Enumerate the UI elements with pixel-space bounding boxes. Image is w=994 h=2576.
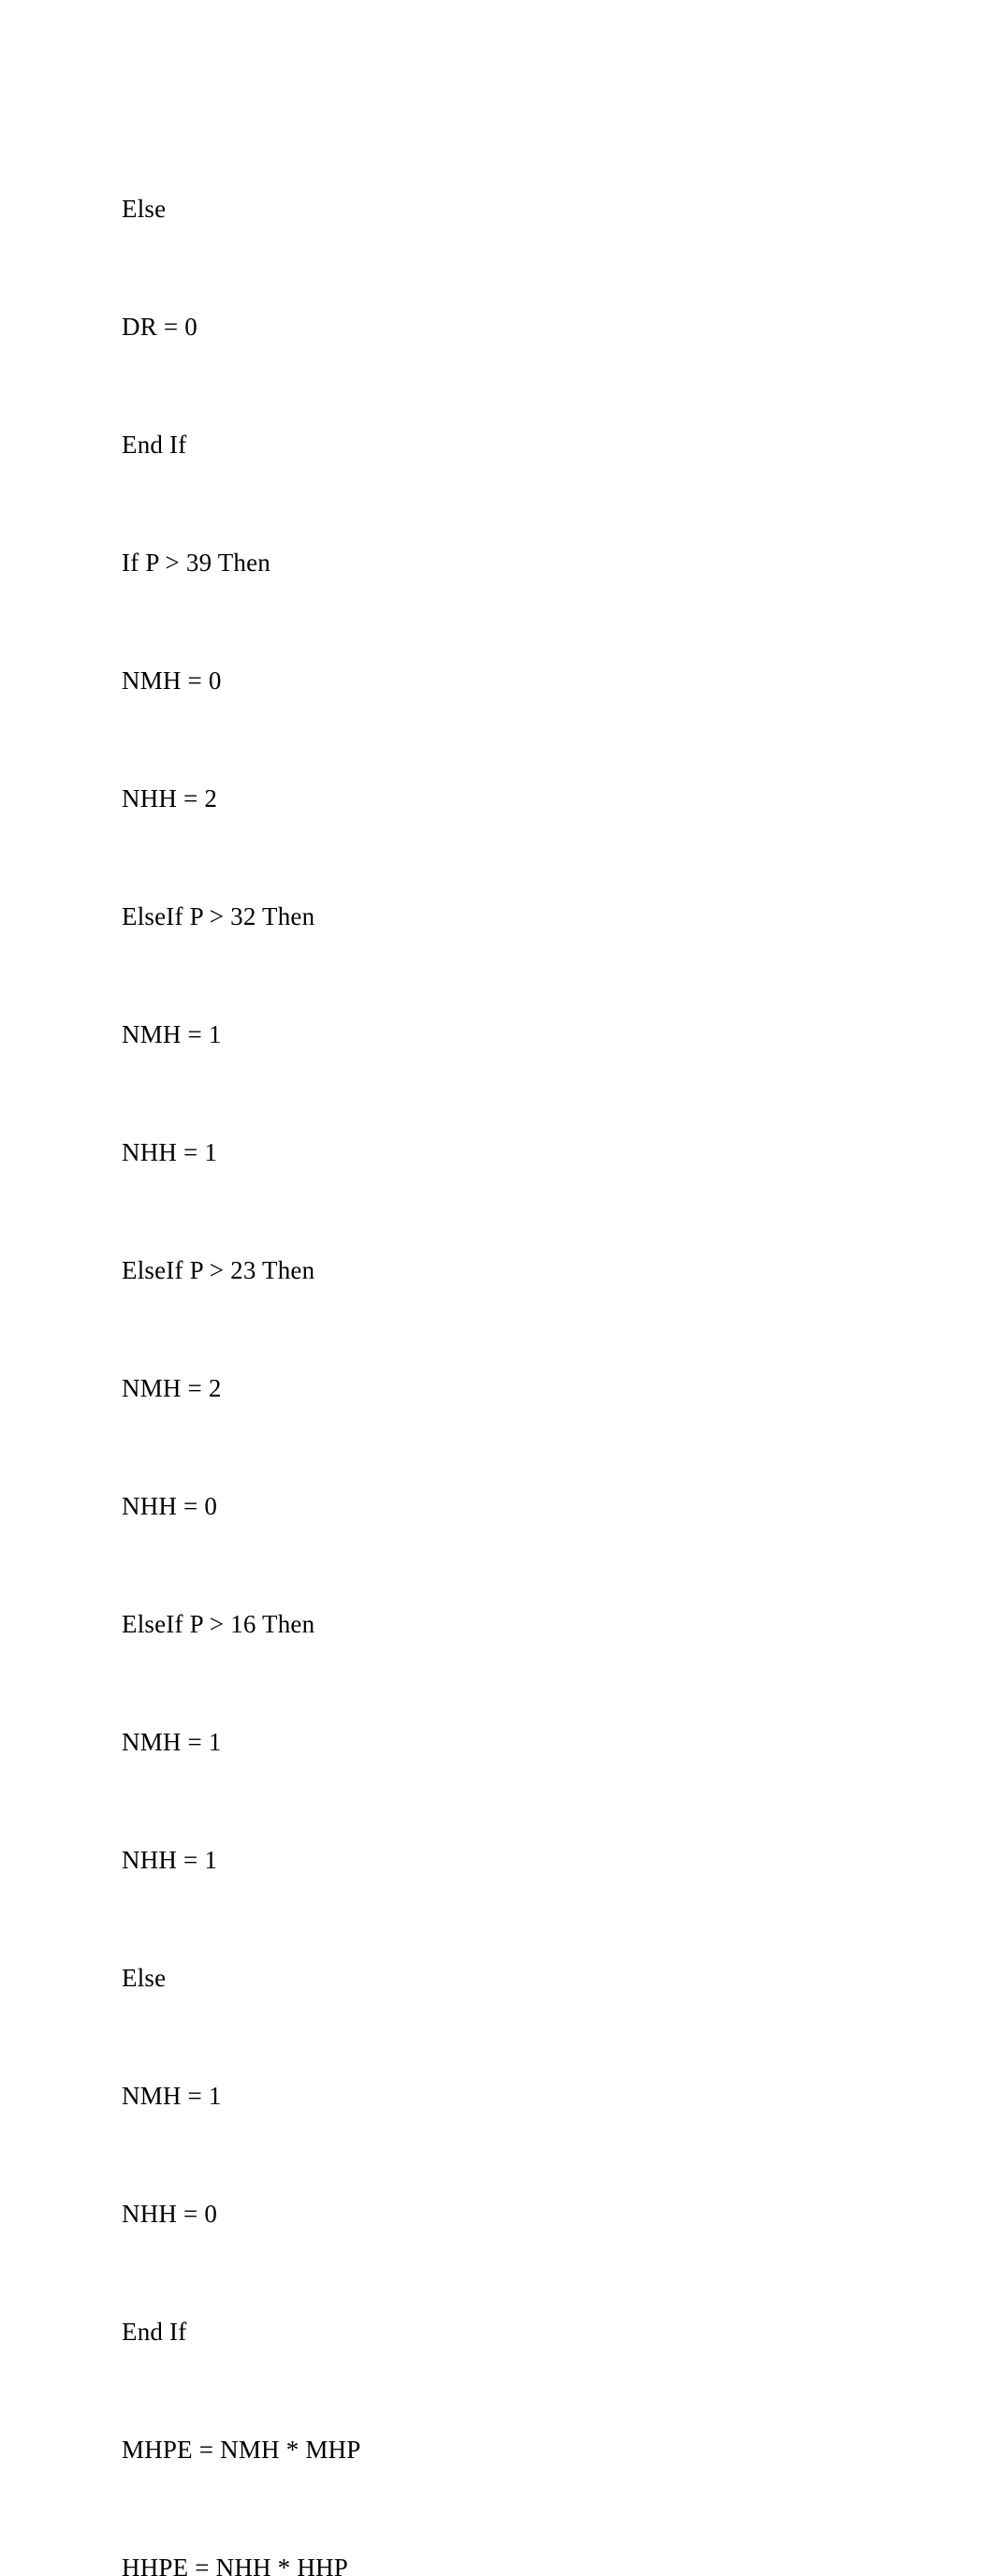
code-line: ElseIf P > 23 Then (122, 1251, 360, 1290)
code-line: End If (122, 425, 360, 464)
code-line: ElseIf P > 32 Then (122, 897, 360, 936)
code-line: NHH = 0 (122, 1486, 360, 1526)
code-block: Else DR = 0 End If If P > 39 Then NMH = … (122, 110, 360, 2576)
code-line: NHH = 0 (122, 2194, 360, 2233)
code-line: MHPE = NMH * MHP (122, 2430, 360, 2469)
code-line: NMH = 1 (122, 1015, 360, 1054)
code-line: NHH = 1 (122, 1840, 360, 1880)
code-line: NMH = 1 (122, 2076, 360, 2115)
code-line: If P > 39 Then (122, 543, 360, 582)
code-line: Else (122, 1958, 360, 1998)
code-line: Else (122, 189, 360, 228)
document-page: Else DR = 0 End If If P > 39 Then NMH = … (0, 0, 994, 1288)
code-line: NMH = 0 (122, 661, 360, 700)
code-line: NMH = 2 (122, 1368, 360, 1408)
code-line: NHH = 2 (122, 779, 360, 818)
code-line: HHPE = NHH * HHP (122, 2548, 360, 2576)
code-line: NMH = 1 (122, 1722, 360, 1762)
code-line: NHH = 1 (122, 1133, 360, 1172)
code-line: End If (122, 2312, 360, 2351)
code-line: DR = 0 (122, 307, 360, 346)
code-line: ElseIf P > 16 Then (122, 1604, 360, 1644)
